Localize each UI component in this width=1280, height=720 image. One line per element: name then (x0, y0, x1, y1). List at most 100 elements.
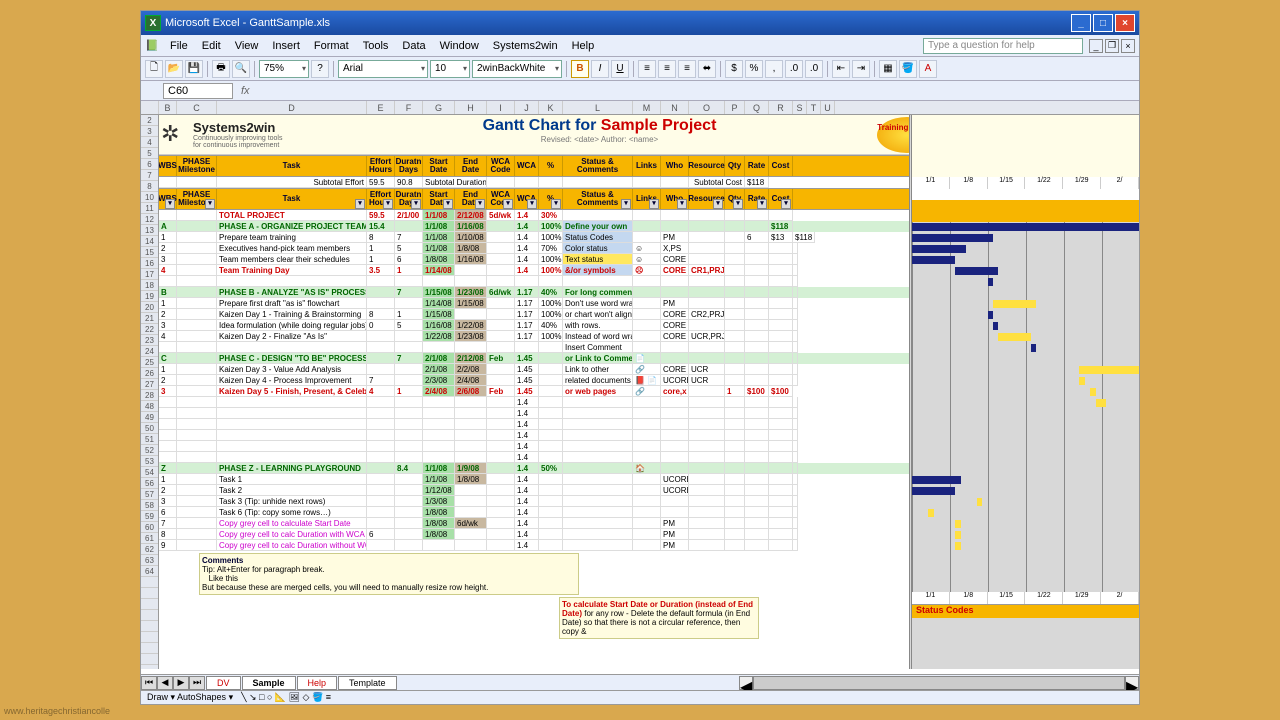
cell[interactable]: 1/1/08 (423, 210, 455, 221)
cell[interactable] (217, 452, 367, 463)
bold-icon[interactable]: B (571, 60, 589, 78)
cell[interactable]: Copy grey cell to calculate Start Date (217, 518, 367, 529)
cell[interactable] (177, 540, 217, 551)
cell[interactable] (725, 298, 745, 309)
cell[interactable]: Text status (563, 254, 633, 265)
cell[interactable]: 1.4 (515, 419, 539, 430)
cell[interactable]: 6 (395, 254, 423, 265)
scroll-left-icon[interactable]: ◀ (739, 676, 753, 690)
cell[interactable]: Copy grey cell to calc Duration with WCA (217, 529, 367, 540)
cell[interactable] (769, 353, 793, 364)
cell[interactable] (563, 518, 633, 529)
cell[interactable] (633, 232, 661, 243)
draw-tools[interactable]: ╲ ↘ □ ○ 📐 🖼 ◇ 🪣 ≡ (241, 692, 331, 703)
cell[interactable]: 1.4 (515, 210, 539, 221)
column-headers[interactable]: BCD EFG HIJ KLM NOP QRS TU (141, 101, 1139, 115)
cell[interactable]: 5d/wk (487, 210, 515, 221)
open-icon[interactable]: 📂 (165, 60, 183, 78)
cell[interactable] (395, 221, 423, 232)
cell[interactable] (689, 441, 725, 452)
cell[interactable] (177, 309, 217, 320)
cell[interactable] (487, 518, 515, 529)
tab-next-icon[interactable]: ▶ (173, 676, 189, 690)
cell[interactable]: 1.4 (515, 529, 539, 540)
cell[interactable] (455, 397, 487, 408)
cell[interactable]: 1.45 (515, 353, 539, 364)
doc-close-button[interactable]: × (1121, 39, 1135, 53)
cell[interactable] (793, 375, 798, 386)
col-0[interactable]: WBS (159, 189, 177, 209)
cell[interactable] (689, 298, 725, 309)
menu-view[interactable]: View (228, 38, 266, 54)
col-12[interactable]: Who (661, 156, 689, 176)
cell[interactable] (395, 441, 423, 452)
cell[interactable] (539, 364, 563, 375)
cell[interactable] (769, 430, 793, 441)
cell[interactable] (177, 430, 217, 441)
cell[interactable] (689, 287, 725, 298)
cell[interactable] (745, 408, 769, 419)
cell[interactable] (367, 287, 395, 298)
currency-icon[interactable]: $ (725, 60, 743, 78)
cell[interactable] (661, 463, 689, 474)
cell[interactable]: 1.4 (515, 507, 539, 518)
cell[interactable] (725, 507, 745, 518)
cell[interactable] (769, 419, 793, 430)
cell[interactable] (745, 298, 769, 309)
save-icon[interactable]: 💾 (185, 60, 203, 78)
cell[interactable] (487, 232, 515, 243)
cell[interactable] (793, 309, 798, 320)
cell[interactable]: 6d/wk (455, 518, 487, 529)
cell[interactable] (563, 485, 633, 496)
cell[interactable] (563, 408, 633, 419)
cell[interactable] (793, 331, 798, 342)
cell[interactable]: 1.4 (515, 430, 539, 441)
cell[interactable]: 1/14/08 (423, 265, 455, 276)
cell[interactable] (725, 210, 745, 221)
cell[interactable]: 1.4 (515, 485, 539, 496)
cell[interactable] (539, 507, 563, 518)
cell[interactable]: 1/12/08 (423, 485, 455, 496)
cell[interactable]: 2/1/00 (395, 210, 423, 221)
cell[interactable]: 1/10/08 (455, 232, 487, 243)
cell[interactable]: 50% (539, 463, 563, 474)
fill-color-icon[interactable]: 🪣 (899, 60, 917, 78)
cell[interactable] (633, 507, 661, 518)
cell[interactable] (689, 463, 725, 474)
menu-file[interactable]: File (163, 38, 195, 54)
cell[interactable] (745, 419, 769, 430)
cell[interactable]: 2/6/08 (455, 386, 487, 397)
cell[interactable] (633, 474, 661, 485)
menu-tools[interactable]: Tools (356, 38, 396, 54)
cell[interactable] (395, 276, 423, 287)
col-9[interactable]: % (539, 189, 563, 209)
cell[interactable] (395, 342, 423, 353)
cell[interactable]: Prepare team training (217, 232, 367, 243)
cell[interactable] (159, 430, 177, 441)
cell[interactable]: Prepare first draft "as is" flowchart (217, 298, 367, 309)
cell[interactable]: 1.4 (515, 265, 539, 276)
cell[interactable] (745, 529, 769, 540)
col-15[interactable]: Rate (745, 189, 769, 209)
inc-indent-icon[interactable]: ⇥ (852, 60, 870, 78)
sheet-content[interactable]: ✲ Systems2win Continuously improving too… (159, 115, 1139, 669)
worksheet[interactable]: BCD EFG HIJ KLM NOP QRS TU 2345678101112… (141, 101, 1139, 669)
cell[interactable]: 1/8/08 (455, 243, 487, 254)
cell[interactable] (395, 375, 423, 386)
cell[interactable] (769, 309, 793, 320)
cell[interactable] (177, 254, 217, 265)
menu-systems2win[interactable]: Systems2win (486, 38, 565, 54)
cell[interactable]: with rows. (563, 320, 633, 331)
cell[interactable] (487, 265, 515, 276)
col-5[interactable]: Start Date (423, 189, 455, 209)
cell[interactable]: or chart won't align (563, 309, 633, 320)
cell[interactable] (769, 518, 793, 529)
cell[interactable] (159, 342, 177, 353)
cell[interactable] (725, 518, 745, 529)
cell[interactable]: 1.4 (515, 254, 539, 265)
cell[interactable] (395, 364, 423, 375)
merge-icon[interactable]: ⬌ (698, 60, 716, 78)
cell[interactable] (455, 485, 487, 496)
cell[interactable]: Task 6 (Tip: copy some rows…) (217, 507, 367, 518)
cell[interactable] (367, 430, 395, 441)
